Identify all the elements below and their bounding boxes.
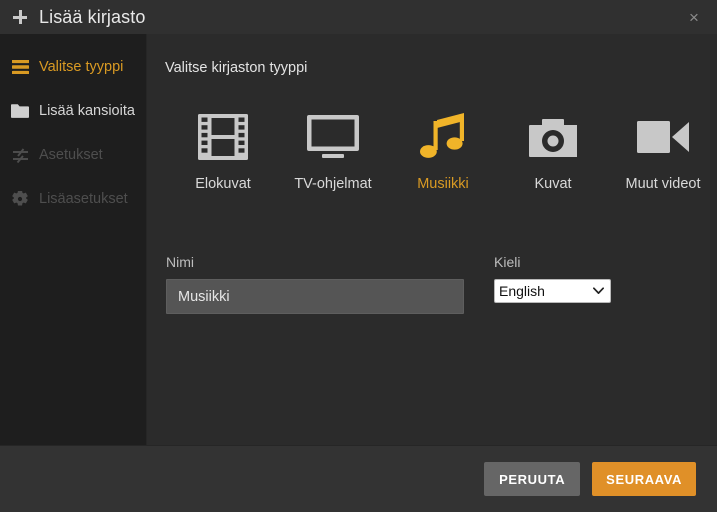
- add-library-dialog: Lisää kirjasto × Valitse tyyppi Lisää ka…: [0, 0, 717, 512]
- dialog-body: Valitse tyyppi Lisää kansioita Asetukset…: [0, 34, 717, 445]
- library-type-label: TV-ohjelmat: [294, 176, 372, 192]
- next-button[interactable]: SEURAAVA: [592, 462, 696, 496]
- television-icon: [307, 109, 359, 165]
- library-type-label: Elokuvat: [195, 176, 251, 192]
- folder-icon: [10, 102, 30, 120]
- name-field-group: Nimi: [166, 254, 478, 314]
- sidebar-item-label: Lisää kansioita: [39, 103, 135, 119]
- dialog-title: Lisää kirjasto: [39, 6, 146, 27]
- close-icon[interactable]: ×: [671, 0, 717, 34]
- main-panel: Valitse kirjaston tyyppi Elokuvat TV-ohj…: [147, 34, 717, 445]
- sidebar-item-valitse-tyyppi[interactable]: Valitse tyyppi: [0, 45, 146, 89]
- sidebar-item-lisaa-kansioita[interactable]: Lisää kansioita: [0, 89, 146, 133]
- name-input[interactable]: [166, 279, 464, 314]
- video-camera-icon: [637, 109, 689, 165]
- dialog-footer: PERUUTA SEURAAVA: [0, 445, 717, 512]
- camera-icon: [529, 109, 577, 165]
- language-field-group: Kieli English: [494, 254, 611, 314]
- sliders-icon: [10, 146, 30, 164]
- cancel-button[interactable]: PERUUTA: [484, 462, 581, 496]
- sidebar-item-label: Lisäasetukset: [39, 191, 128, 207]
- list-icon: [10, 58, 30, 76]
- plus-icon: [11, 8, 29, 26]
- sidebar-item-label: Asetukset: [39, 147, 103, 163]
- music-note-icon: [420, 109, 466, 165]
- language-field-label: Kieli: [494, 254, 521, 270]
- film-strip-icon: [198, 109, 248, 165]
- name-field-label: Nimi: [166, 254, 194, 270]
- library-type-list: Elokuvat TV-ohjelmat Musiikki Kuvat Muut…: [165, 109, 700, 192]
- sidebar-item-label: Valitse tyyppi: [39, 59, 124, 75]
- library-type-muut-videot[interactable]: Muut videot: [608, 109, 717, 192]
- library-type-musiikki[interactable]: Musiikki: [388, 109, 498, 192]
- library-type-tv-ohjelmat[interactable]: TV-ohjelmat: [278, 109, 388, 192]
- title-bar: Lisää kirjasto ×: [0, 0, 717, 34]
- language-select-wrap: English: [494, 279, 611, 303]
- language-select[interactable]: English: [494, 279, 611, 303]
- form-fields: Nimi Kieli English: [165, 254, 699, 314]
- library-type-kuvat[interactable]: Kuvat: [498, 109, 608, 192]
- section-heading: Valitse kirjaston tyyppi: [165, 60, 308, 76]
- library-type-label: Kuvat: [534, 176, 572, 192]
- gear-icon: [10, 190, 30, 208]
- library-type-label: Muut videot: [625, 176, 701, 192]
- library-type-elokuvat[interactable]: Elokuvat: [168, 109, 278, 192]
- library-type-label: Musiikki: [417, 176, 469, 192]
- sidebar-item-asetukset: Asetukset: [0, 133, 146, 177]
- sidebar-item-lisaasetukset: Lisäasetukset: [0, 177, 146, 221]
- sidebar: Valitse tyyppi Lisää kansioita Asetukset…: [0, 34, 147, 445]
